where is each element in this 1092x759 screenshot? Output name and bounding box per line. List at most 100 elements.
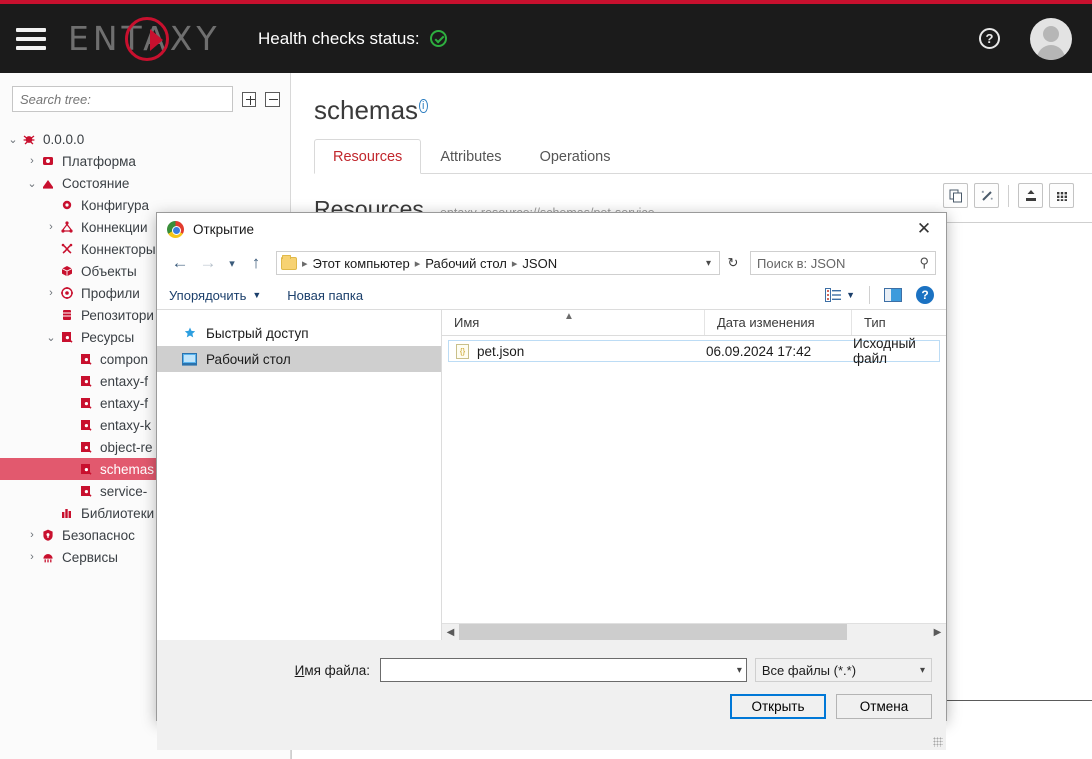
file-type-filter-value: Все файлы (*.*) bbox=[761, 662, 857, 678]
dialog-title-bar[interactable]: Открытие ✕ bbox=[157, 213, 946, 245]
dialog-search-input[interactable]: Поиск в: JSON ⚲ bbox=[750, 251, 936, 275]
wand-button[interactable] bbox=[974, 183, 999, 208]
chevron-right-icon[interactable]: › bbox=[25, 551, 39, 563]
copy-button[interactable] bbox=[943, 183, 968, 208]
tab-attributes[interactable]: Attributes bbox=[421, 139, 520, 174]
chevron-right-icon[interactable]: › bbox=[25, 529, 39, 541]
view-mode-button[interactable]: ▼ bbox=[825, 288, 855, 302]
collapse-all-icon[interactable] bbox=[265, 91, 280, 107]
filename-input[interactable]: ▾ bbox=[379, 658, 747, 682]
connectors-icon bbox=[58, 242, 76, 256]
column-header-modified-label: Дата изменения bbox=[717, 315, 815, 330]
grid-icon bbox=[1056, 191, 1067, 201]
avatar[interactable] bbox=[1030, 17, 1072, 60]
chevron-down-icon[interactable]: ▾ bbox=[700, 258, 717, 269]
recent-locations-icon[interactable]: ▾ bbox=[223, 250, 241, 276]
tree-item-label: 0.0.0.0 bbox=[43, 131, 85, 147]
scrollbar-track[interactable] bbox=[459, 623, 929, 641]
column-header-name-label: Имя bbox=[454, 315, 480, 330]
dialog-body: Быстрый доступ Рабочий стол ▲ Имя Дата из… bbox=[157, 310, 946, 641]
file-type-filter[interactable]: Все файлы (*.*) ▾ bbox=[754, 658, 932, 682]
dialog-buttons: Открыть Отмена bbox=[157, 682, 946, 719]
column-header-type-label: Тип bbox=[864, 315, 886, 330]
state-icon bbox=[39, 176, 57, 190]
place-item-1[interactable]: Быстрый доступ bbox=[157, 320, 441, 346]
filename-label-accel: И bbox=[294, 662, 305, 678]
scrollbar-thumb[interactable] bbox=[459, 623, 847, 641]
preview-pane-icon[interactable] bbox=[884, 288, 902, 302]
search-input[interactable] bbox=[12, 86, 233, 112]
address-bar[interactable]: ▸ Этот компьютер ▸ Рабочий стол ▸ JSON ▾ bbox=[276, 251, 720, 275]
toolbar-divider bbox=[1008, 184, 1009, 207]
file-open-dialog: Открытие ✕ ← → ▾ ↑ ▸ Этот компьютер ▸ Ра… bbox=[156, 212, 947, 750]
file-pane: ▲ Имя Дата изменения Тип {} pet.json 06.09… bbox=[442, 310, 946, 641]
tree-item-label: Безопаснос bbox=[62, 527, 135, 543]
expand-all-icon[interactable] bbox=[241, 91, 257, 107]
services-icon bbox=[39, 550, 57, 564]
upload-button[interactable] bbox=[1018, 183, 1043, 208]
places-pane: Быстрый доступ Рабочий стол bbox=[157, 310, 442, 640]
open-button[interactable]: Открыть bbox=[730, 694, 826, 719]
tree-item-label: object-re bbox=[100, 439, 153, 455]
tree-spacer: · bbox=[44, 309, 58, 321]
tree-item-состояние[interactable]: ⌄ Состояние bbox=[0, 172, 290, 194]
tree-item-label: Объекты bbox=[81, 263, 137, 279]
place-item-2[interactable]: Рабочий стол bbox=[157, 346, 441, 372]
breadcrumb-item-3[interactable]: JSON bbox=[522, 256, 557, 271]
resources-icon bbox=[58, 330, 76, 344]
column-header-type[interactable]: Тип bbox=[852, 310, 946, 335]
breadcrumb-item-2[interactable]: Рабочий стол bbox=[425, 256, 507, 271]
resources-toolbar bbox=[943, 183, 1074, 208]
help-icon[interactable]: ? bbox=[979, 28, 1000, 49]
chevron-down-icon: ▼ bbox=[846, 290, 855, 300]
column-headers: ▲ Имя Дата изменения Тип bbox=[442, 310, 946, 336]
health-ok-icon bbox=[429, 30, 447, 47]
chevron-right-icon[interactable]: ▶ bbox=[929, 627, 946, 638]
hamburger-icon[interactable] bbox=[16, 27, 46, 50]
chevron-right-icon[interactable]: › bbox=[44, 287, 58, 299]
libraries-icon bbox=[58, 506, 76, 520]
close-icon[interactable]: ✕ bbox=[902, 213, 946, 245]
server-icon bbox=[20, 132, 38, 146]
tree-item-0-0-0-0[interactable]: ⌄ 0.0.0.0 bbox=[0, 128, 290, 150]
organize-button[interactable]: Упорядочить ▼ bbox=[169, 288, 261, 303]
platform-icon bbox=[39, 154, 57, 168]
tree-spacer: · bbox=[44, 265, 58, 277]
refresh-icon[interactable]: ↻ bbox=[722, 255, 744, 271]
new-folder-button[interactable]: Новая папка bbox=[287, 288, 363, 303]
cancel-button[interactable]: Отмена bbox=[836, 694, 932, 719]
resource-icon bbox=[77, 396, 95, 410]
chevron-right-icon[interactable]: › bbox=[44, 221, 58, 233]
up-icon[interactable]: ↑ bbox=[243, 250, 269, 276]
chevron-down-icon[interactable]: ⌄ bbox=[6, 133, 20, 146]
config-icon bbox=[58, 198, 76, 212]
chevron-right-icon[interactable]: › bbox=[25, 155, 39, 167]
tab-resources[interactable]: Resources bbox=[314, 139, 422, 174]
breadcrumb-item-1[interactable]: Этот компьютер bbox=[313, 256, 410, 271]
tree-item-label: Профили bbox=[81, 285, 140, 301]
chevron-down-icon[interactable]: ⌄ bbox=[44, 331, 58, 344]
resource-icon bbox=[77, 374, 95, 388]
json-file-icon: {} bbox=[456, 343, 469, 359]
column-header-name[interactable]: ▲ Имя bbox=[442, 310, 705, 335]
resize-grip-icon[interactable] bbox=[933, 737, 943, 747]
resource-icon bbox=[77, 440, 95, 454]
help-circle-icon[interactable]: ? bbox=[916, 286, 934, 304]
chevron-down-icon[interactable]: ▾ bbox=[737, 665, 742, 676]
column-header-modified[interactable]: Дата изменения bbox=[705, 310, 852, 335]
back-icon[interactable]: ← bbox=[167, 250, 193, 276]
chevron-left-icon[interactable]: ◀ bbox=[442, 627, 459, 638]
tab-bar: Resources Attributes Operations bbox=[314, 139, 1092, 174]
tree-item-платформа[interactable]: › Платформа bbox=[0, 150, 290, 172]
grid-button[interactable] bbox=[1049, 183, 1074, 208]
dialog-toolbar: Упорядочить ▼ Новая папка ▼ ? bbox=[157, 281, 946, 310]
file-row[interactable]: {} pet.json 06.09.2024 17:42 Исходный файл bbox=[448, 336, 940, 366]
tab-operations[interactable]: Operations bbox=[521, 139, 630, 174]
info-icon[interactable]: i bbox=[419, 99, 428, 114]
pin-star-icon bbox=[181, 326, 198, 340]
tree-item-label: Коннекции bbox=[81, 219, 148, 235]
chevron-down-icon[interactable]: ⌄ bbox=[25, 177, 39, 190]
dialog-nav-bar: ← → ▾ ↑ ▸ Этот компьютер ▸ Рабочий стол … bbox=[157, 245, 946, 281]
horizontal-scrollbar[interactable]: ◀ ▶ bbox=[442, 623, 946, 641]
dialog-title: Открытие bbox=[193, 221, 255, 237]
